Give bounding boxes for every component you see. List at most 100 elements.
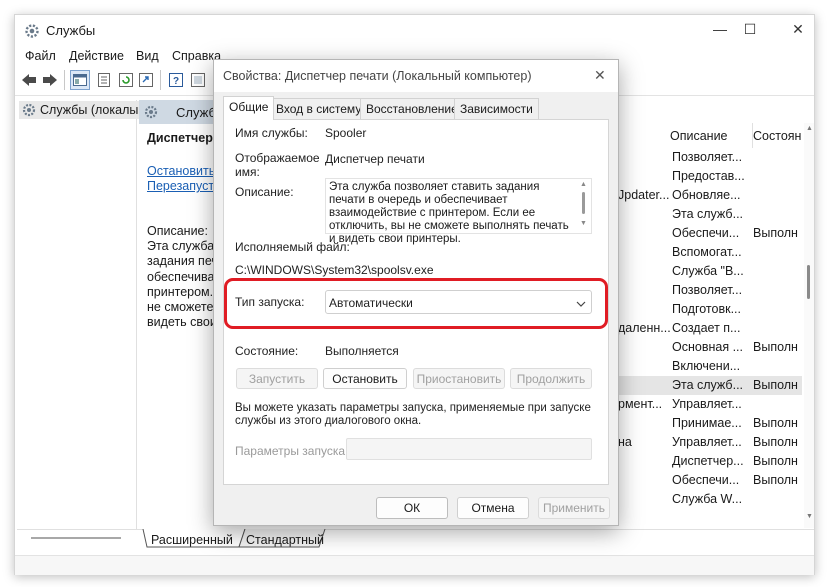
table-row[interactable]: Эта служб...: [615, 205, 802, 224]
menu-view[interactable]: Вид: [136, 49, 159, 63]
row-desc: Создает п...: [672, 321, 741, 335]
restart-service-link[interactable]: Перезапусти: [147, 179, 221, 193]
startup-type-label: Тип запуска:: [235, 295, 305, 309]
table-row[interactable]: Включени...: [615, 357, 802, 376]
row-status: Выполн: [753, 378, 798, 392]
table-row[interactable]: на Управляет... Выполн: [615, 433, 802, 452]
table-row[interactable]: Диспетчер... Выполн: [615, 452, 802, 471]
desc-scroll-up-icon[interactable]: ▲: [580, 181, 587, 188]
console-tree-icon[interactable]: [70, 70, 90, 90]
chevron-down-icon[interactable]: [576, 297, 586, 307]
table-row[interactable]: Позволяет...: [615, 281, 802, 300]
close-button[interactable]: ✕: [783, 21, 813, 38]
refresh-icon[interactable]: [116, 70, 136, 90]
start-params-hint: Вы можете указать параметры запуска, при…: [235, 402, 591, 427]
cancel-button[interactable]: Отмена: [457, 497, 529, 519]
forward-arrow-icon[interactable]: [40, 70, 60, 90]
tab-recovery[interactable]: Восстановление: [360, 98, 464, 120]
table-row[interactable]: Обеспечи... Выполн: [615, 224, 802, 243]
row-name: рмент...: [618, 397, 663, 411]
maximize-button[interactable]: ☐: [735, 21, 765, 38]
row-desc: Принимае...: [672, 416, 742, 430]
display-name-label: Отображаемое: [235, 151, 320, 165]
tab-standard[interactable]: Стандартный: [246, 533, 324, 547]
status-value: Выполняется: [325, 344, 399, 358]
scrollbar-thumb[interactable]: [807, 265, 810, 299]
row-desc: Включени...: [672, 359, 741, 373]
service-name-label: Имя службы:: [235, 126, 308, 140]
scroll-up-arrow-icon[interactable]: ▲: [806, 125, 813, 132]
table-row[interactable]: Служба W...: [615, 490, 802, 509]
row-desc: Эта служб...: [672, 207, 744, 221]
menu-file[interactable]: Файл: [25, 49, 56, 63]
table-row[interactable]: Вспомогат...: [615, 243, 802, 262]
tab-logon[interactable]: Вход в систему: [270, 98, 368, 120]
start-button[interactable]: Запустить: [236, 368, 318, 389]
scroll-down-arrow-icon[interactable]: ▼: [806, 513, 813, 520]
stop-button[interactable]: Остановить: [323, 368, 407, 389]
start-params-input[interactable]: [346, 438, 592, 460]
stop-service-link[interactable]: Остановить: [147, 164, 215, 178]
row-name: Jpdater...: [618, 188, 670, 202]
resume-button[interactable]: Продолжить: [510, 368, 592, 389]
properties-dialog: Свойства: Диспетчер печати (Локальный ко…: [213, 59, 619, 526]
tree-hscroll-thumb[interactable]: [31, 537, 121, 539]
back-arrow-icon[interactable]: [19, 70, 39, 90]
tab-extended[interactable]: Расширенный: [151, 533, 233, 547]
toolbar-separator: [160, 70, 161, 90]
table-row[interactable]: Предостав...: [615, 167, 802, 186]
export-list-icon[interactable]: [136, 70, 156, 90]
exe-label: Исполняемый файл:: [235, 240, 350, 254]
help-icon[interactable]: ?: [166, 70, 186, 90]
table-row[interactable]: рмент... Управляет...: [615, 395, 802, 414]
tab-dependencies[interactable]: Зависимости: [454, 98, 539, 120]
table-row-selected[interactable]: Эта служб... Выполн: [615, 376, 802, 395]
table-row[interactable]: Подготовк...: [615, 300, 802, 319]
description-label: Описание:: [235, 185, 294, 199]
table-row[interactable]: Позволяет...: [615, 148, 802, 167]
services-tree-icon: [21, 102, 37, 118]
menu-action[interactable]: Действие: [69, 49, 124, 63]
table-row[interactable]: Обеспечи... Выполн: [615, 471, 802, 490]
display-name-label-2: имя:: [235, 165, 260, 179]
row-status: Выполн: [753, 226, 798, 240]
pause-button[interactable]: Приостановить: [413, 368, 505, 389]
table-row[interactable]: Jpdater... Обновляе...: [615, 186, 802, 205]
description-text: Эта служба позволяет ставить задания печ…: [329, 181, 569, 245]
row-status: Выполн: [753, 454, 798, 468]
column-header-status[interactable]: Состоян: [753, 129, 801, 143]
row-desc: Подготовк...: [672, 302, 741, 316]
row-desc: Вспомогат...: [672, 245, 742, 259]
row-desc: Основная ...: [672, 340, 743, 354]
table-row[interactable]: даленн... Создает п...: [615, 319, 802, 338]
row-desc: Диспетчер...: [672, 454, 744, 468]
desc-scrollbar-thumb[interactable]: [582, 192, 585, 214]
vertical-scrollbar[interactable]: [804, 123, 814, 528]
row-desc: Служба "В...: [672, 264, 744, 278]
row-desc: Обновляе...: [672, 188, 741, 202]
apply-button[interactable]: Применить: [538, 497, 610, 519]
ok-button[interactable]: ОК: [376, 497, 448, 519]
row-status: Выполн: [753, 435, 798, 449]
minimize-button[interactable]: —: [705, 21, 735, 37]
row-desc: Управляет...: [672, 435, 742, 449]
services-gear-icon: [23, 22, 41, 40]
table-row[interactable]: Принимае... Выполн: [615, 414, 802, 433]
service-view-icon[interactable]: [188, 70, 208, 90]
bottom-divider: [17, 529, 814, 530]
services-header-icon: [143, 104, 159, 120]
table-row[interactable]: Основная ... Выполн: [615, 338, 802, 357]
startup-type-value: Автоматически: [329, 296, 413, 310]
properties-sheet-icon[interactable]: [94, 70, 114, 90]
row-status: Выполн: [753, 416, 798, 430]
row-name: даленн...: [618, 321, 671, 335]
row-desc: Обеспечи...: [672, 473, 740, 487]
tab-general[interactable]: Общие: [223, 96, 275, 120]
exe-path: C:\WINDOWS\System32\spoolsv.exe: [235, 263, 434, 277]
dialog-close-button[interactable]: ✕: [594, 67, 606, 84]
row-desc: Служба W...: [672, 492, 743, 506]
row-desc: Позволяет...: [672, 283, 743, 297]
column-header-description[interactable]: Описание: [670, 129, 728, 143]
table-row[interactable]: Служба "В...: [615, 262, 802, 281]
desc-scroll-down-icon[interactable]: ▼: [580, 220, 587, 227]
